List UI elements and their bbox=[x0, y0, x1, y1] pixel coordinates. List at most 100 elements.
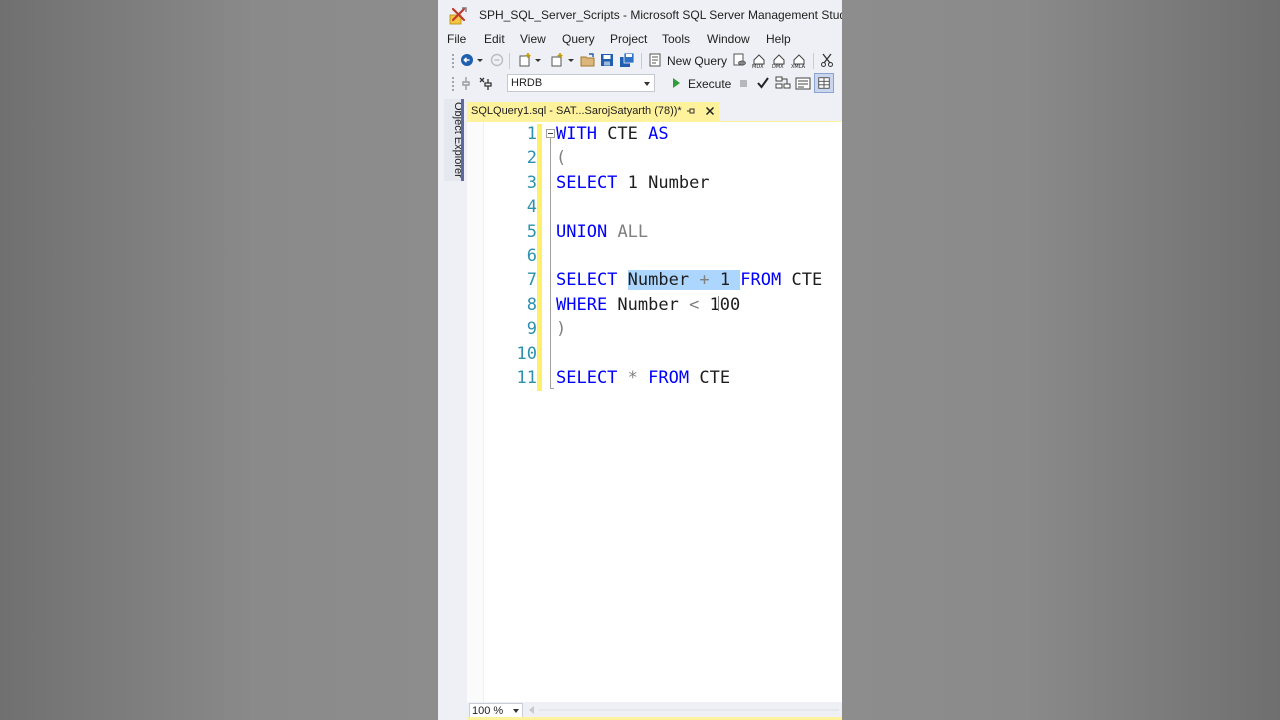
menu-tools[interactable]: Tools bbox=[662, 32, 690, 46]
new-item-icon[interactable] bbox=[549, 52, 565, 68]
mouse-ibeam-cursor bbox=[718, 296, 719, 311]
toolbar-separator bbox=[641, 53, 642, 69]
forward-icon[interactable] bbox=[489, 52, 505, 68]
open-file-icon[interactable] bbox=[580, 52, 596, 68]
code-line[interactable]: WHERE Number < 100 bbox=[556, 295, 740, 315]
line-number: 11 bbox=[516, 368, 537, 388]
change-tracking-bar bbox=[537, 124, 542, 391]
collapse-icon[interactable] bbox=[546, 129, 555, 138]
left-dock-rail: Object Explorer bbox=[438, 96, 467, 720]
zoom-select[interactable]: 100 % bbox=[469, 703, 523, 718]
menu-project[interactable]: Project bbox=[610, 32, 647, 46]
code-line[interactable]: ( bbox=[556, 148, 566, 168]
code-token: < bbox=[689, 294, 700, 315]
code-token: WITH bbox=[556, 124, 597, 144]
code-token: CTE bbox=[596, 124, 649, 144]
database-engine-query-icon[interactable] bbox=[731, 52, 747, 68]
query-document-tab[interactable]: SQLQuery1.sql - SAT...SarojSatyarth (78)… bbox=[467, 102, 719, 121]
results-to-grid-button[interactable] bbox=[814, 73, 834, 93]
code-token: SELECT bbox=[556, 172, 618, 193]
menu-window[interactable]: Window bbox=[707, 32, 750, 46]
query-tab-label: SQLQuery1.sql - SAT...SarojSatyarth (78)… bbox=[471, 105, 682, 117]
code-token: Number bbox=[627, 270, 700, 291]
line-number: 4 bbox=[526, 197, 537, 218]
ssms-logo-icon bbox=[449, 7, 467, 25]
code-line[interactable]: SELECT 1 Number bbox=[556, 173, 710, 193]
results-to-text-icon[interactable] bbox=[795, 75, 811, 91]
menu-view[interactable]: View bbox=[520, 32, 546, 46]
code-token: UNION bbox=[556, 221, 608, 242]
line-number: 10 bbox=[516, 343, 537, 364]
svg-text:MDX: MDX bbox=[752, 64, 764, 68]
cut-icon[interactable] bbox=[819, 52, 835, 68]
code-line[interactable]: ) bbox=[556, 319, 566, 339]
code-line[interactable]: WITH CTE AS bbox=[556, 124, 669, 144]
line-number: 6 bbox=[526, 246, 537, 266]
back-dropdown-icon[interactable] bbox=[476, 52, 484, 68]
code-token: Number bbox=[607, 294, 690, 315]
ssms-window: SPH_SQL_Server_Scripts - Microsoft SQL S… bbox=[438, 0, 842, 720]
toolbar-grip[interactable] bbox=[451, 53, 455, 69]
pin-icon[interactable] bbox=[685, 105, 697, 117]
scroll-left-icon[interactable] bbox=[529, 706, 534, 714]
stop-icon[interactable] bbox=[735, 75, 751, 91]
code-token: 1 bbox=[709, 270, 741, 291]
code-line[interactable]: SELECT * FROM CTE bbox=[556, 368, 730, 388]
mdx-query-icon[interactable]: MDX bbox=[751, 52, 767, 68]
line-number: 5 bbox=[526, 221, 537, 242]
menu-help[interactable]: Help bbox=[766, 32, 791, 46]
toolbar-grip[interactable] bbox=[451, 76, 455, 92]
close-tab-icon[interactable] bbox=[703, 104, 717, 118]
code-token: WHERE bbox=[556, 294, 608, 315]
xmla-query-icon[interactable]: XMLA bbox=[791, 52, 807, 68]
save-all-icon[interactable] bbox=[619, 52, 635, 68]
change-connection-icon[interactable] bbox=[478, 75, 494, 91]
execute-button[interactable]: Execute bbox=[688, 77, 731, 91]
menu-bar: File Edit View Query Project Tools Windo… bbox=[438, 30, 842, 48]
new-query-icon[interactable] bbox=[648, 52, 664, 68]
outline-line bbox=[550, 134, 551, 389]
menu-file[interactable]: File bbox=[447, 32, 466, 46]
display-estimated-plan-icon[interactable] bbox=[775, 75, 791, 91]
chevron-down-icon bbox=[513, 709, 519, 713]
connect-icon[interactable] bbox=[458, 75, 474, 91]
svg-text:XMLA: XMLA bbox=[791, 64, 806, 68]
horizontal-scrollbar[interactable] bbox=[539, 709, 839, 711]
new-item-dropdown-icon[interactable] bbox=[567, 52, 575, 68]
window-title: SPH_SQL_Server_Scripts - Microsoft SQL S… bbox=[479, 8, 842, 22]
chevron-down-icon bbox=[644, 82, 650, 86]
new-query-button[interactable]: New Query bbox=[667, 54, 727, 68]
line-number: 1 bbox=[526, 124, 537, 144]
execute-icon[interactable] bbox=[668, 75, 684, 91]
available-databases-select[interactable]: HRDB bbox=[507, 74, 655, 92]
code-token: 1 Number bbox=[617, 172, 710, 193]
code-line[interactable]: SELECT Number + 1 FROM CTE bbox=[556, 270, 822, 291]
code-line[interactable]: UNION ALL bbox=[556, 222, 648, 242]
save-icon[interactable] bbox=[599, 52, 615, 68]
code-editor[interactable]: 1 2 3 4 5 6 7 8 9 10 11 WITH CTE AS (SELECT 1 Numbe… bbox=[467, 122, 842, 702]
back-icon[interactable] bbox=[459, 52, 475, 68]
svg-text:DMX: DMX bbox=[772, 64, 784, 68]
results-to-grid-icon bbox=[818, 77, 830, 89]
menu-edit[interactable]: Edit bbox=[484, 32, 505, 46]
new-project-icon[interactable] bbox=[517, 52, 533, 68]
selected-database: HRDB bbox=[511, 77, 543, 89]
parse-icon[interactable] bbox=[755, 75, 771, 91]
code-token: ( bbox=[556, 148, 567, 169]
dmx-query-icon[interactable]: DMX bbox=[771, 52, 787, 68]
line-number: 7 bbox=[526, 270, 537, 291]
title-bar: SPH_SQL_Server_Scripts - Microsoft SQL S… bbox=[438, 0, 842, 30]
menu-query[interactable]: Query bbox=[562, 32, 595, 46]
new-project-dropdown-icon[interactable] bbox=[534, 52, 542, 68]
code-token: SELECT bbox=[556, 270, 618, 291]
code-token: FROM bbox=[740, 270, 782, 291]
code-token: CTE bbox=[689, 368, 731, 388]
standard-toolbar: New Query MDX DMX XMLA bbox=[438, 49, 842, 73]
line-number: 8 bbox=[526, 294, 537, 315]
toolbar-separator bbox=[509, 53, 510, 69]
object-explorer-tab[interactable]: Object Explorer bbox=[444, 99, 464, 181]
